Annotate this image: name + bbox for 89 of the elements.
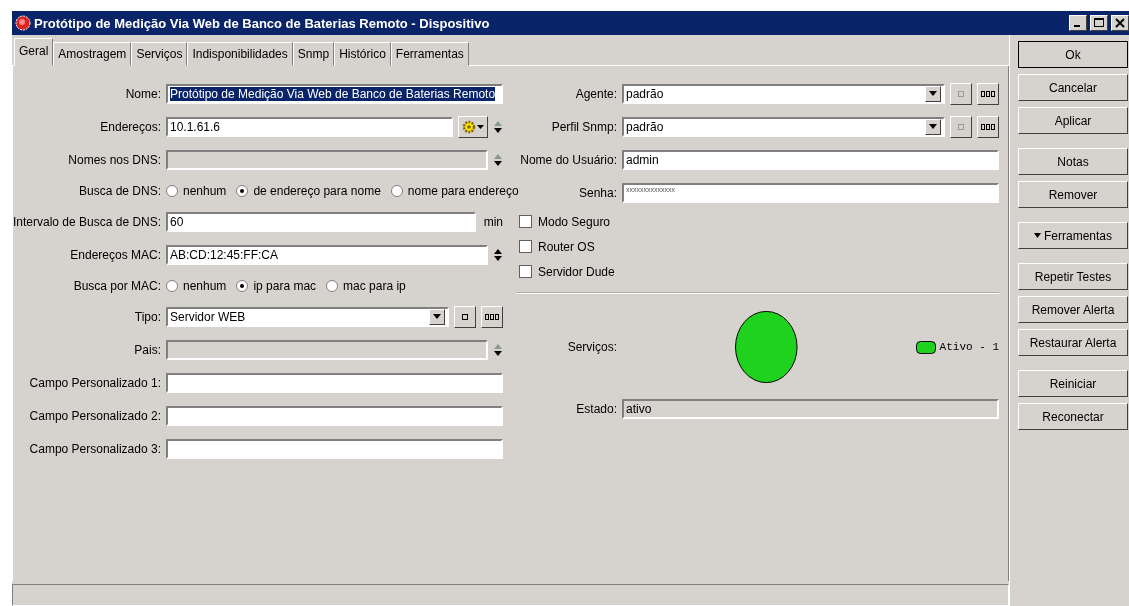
tab[interactable]: Amostragem <box>53 42 132 66</box>
side-button[interactable]: Restaurar Alerta <box>1018 329 1128 356</box>
field-label: Nome do Usuário: <box>519 152 617 167</box>
checkbox[interactable] <box>519 265 532 278</box>
field-label: Endereços: <box>99 119 161 134</box>
checkbox[interactable] <box>519 215 532 228</box>
side-button[interactable]: Aplicar <box>1018 107 1128 134</box>
side-button[interactable]: Ok <box>1018 41 1128 68</box>
field-label: Campo Personalizado 1: <box>28 375 161 390</box>
text-field[interactable] <box>166 372 503 393</box>
side-button[interactable]: Reiniciar <box>1018 370 1128 397</box>
field-label: Endereços MAC: <box>69 247 161 262</box>
tab[interactable]: Geral <box>14 38 54 66</box>
legend-label: Ativo - 1 <box>939 341 999 353</box>
text-field[interactable]: 10.1.61.6 <box>166 116 453 137</box>
dropdown-button[interactable] <box>925 118 941 135</box>
side-button[interactable]: Remover <box>1018 181 1128 208</box>
text-field[interactable] <box>166 405 503 426</box>
field-label: Estado: <box>575 401 617 416</box>
tab[interactable]: Snmp <box>292 42 335 66</box>
checkbox-label: Modo Seguro <box>538 214 611 229</box>
radio-label: nenhum <box>183 183 227 198</box>
radio-button[interactable] <box>326 279 339 292</box>
gear-menu-button[interactable] <box>458 115 488 138</box>
side-button[interactable]: Remover Alerta <box>1018 296 1128 323</box>
caret-icon <box>1034 233 1041 238</box>
caret-icon <box>929 91 937 96</box>
field-label: Busca por MAC: <box>72 278 161 293</box>
radio-label: de endereço para nome <box>253 183 381 198</box>
radio-label: nenhum <box>183 278 227 293</box>
field-label: Nomes nos DNS: <box>67 152 161 167</box>
field-label: Pais: <box>133 342 161 357</box>
radio-button[interactable] <box>166 184 178 197</box>
unit-label: min <box>482 214 503 229</box>
clear-button[interactable] <box>454 305 476 328</box>
more-button[interactable] <box>481 305 503 328</box>
text-field[interactable]: 60 <box>166 211 476 232</box>
field-label: Agente: <box>574 86 617 101</box>
checkbox-label: Router OS <box>538 239 595 254</box>
caret-icon <box>433 314 441 319</box>
tab[interactable]: Indisponibilidades <box>187 42 293 66</box>
text-field[interactable] <box>166 438 503 459</box>
field-label: Intervalo de Busca de DNS: <box>13 214 161 229</box>
radio-label: mac para ip <box>343 278 406 293</box>
side-button[interactable]: Repetir Testes <box>1018 263 1128 290</box>
maximize-icon[interactable] <box>1090 15 1108 31</box>
field-label: Tipo: <box>133 309 161 324</box>
dots-icon <box>485 313 499 320</box>
gear-icon <box>462 119 476 134</box>
text-field[interactable]: Protótipo de Medição Via Web de Banco de Baterias Remoto <box>166 83 503 104</box>
caret-icon <box>477 124 484 129</box>
field-label: Nome: <box>124 86 161 101</box>
dots-icon <box>981 90 995 97</box>
app-icon <box>15 15 31 31</box>
radio-label: nome para endereço <box>407 183 519 198</box>
checkbox-label: Servidor Dude <box>538 264 615 279</box>
close-icon[interactable] <box>1111 15 1129 31</box>
radio-button[interactable] <box>166 279 178 292</box>
text-field[interactable]: admin <box>622 149 999 170</box>
window-title: Protótipo de Medição Via Web de Banco de Baterias Remoto - Dispositivo <box>34 15 491 31</box>
field-label: Senha: <box>577 185 617 200</box>
radio-button[interactable] <box>236 279 249 292</box>
radio-button[interactable] <box>236 184 249 197</box>
dropdown-button[interactable] <box>429 308 445 325</box>
tab[interactable]: Serviços <box>131 42 188 66</box>
dropdown-field[interactable]: Servidor WEB <box>166 306 449 327</box>
dots-icon <box>981 123 995 130</box>
field-label: Busca de DNS: <box>77 183 161 198</box>
tab[interactable]: Histórico <box>334 42 391 66</box>
radio-button[interactable] <box>390 184 403 197</box>
text-field[interactable]: AB:CD:12:45:FF:CA <box>166 244 488 265</box>
side-button[interactable]: Notas <box>1018 148 1128 175</box>
side-button[interactable]: Cancelar <box>1018 74 1128 101</box>
more-button[interactable] <box>977 115 999 138</box>
side-button[interactable]: Reconectar <box>1018 403 1128 430</box>
dropdown-button[interactable] <box>925 85 941 102</box>
more-button[interactable] <box>977 82 999 105</box>
minimize-icon[interactable] <box>1069 15 1087 31</box>
checkbox[interactable] <box>519 240 532 253</box>
field-label: Campo Personalizado 2: <box>28 408 161 423</box>
dropdown-field[interactable]: padrão <box>622 116 945 137</box>
field-label: Perfil Snmp: <box>550 119 617 134</box>
field-label: Serviços: <box>566 340 617 354</box>
caret-icon <box>929 124 937 129</box>
menu-button[interactable]: Ferramentas <box>1018 222 1128 249</box>
field-label: Campo Personalizado 3: <box>28 441 161 456</box>
radio-label: ip para mac <box>253 278 317 293</box>
dropdown-field[interactable]: padrão <box>622 83 945 104</box>
tab[interactable]: Ferramentas <box>390 42 469 66</box>
